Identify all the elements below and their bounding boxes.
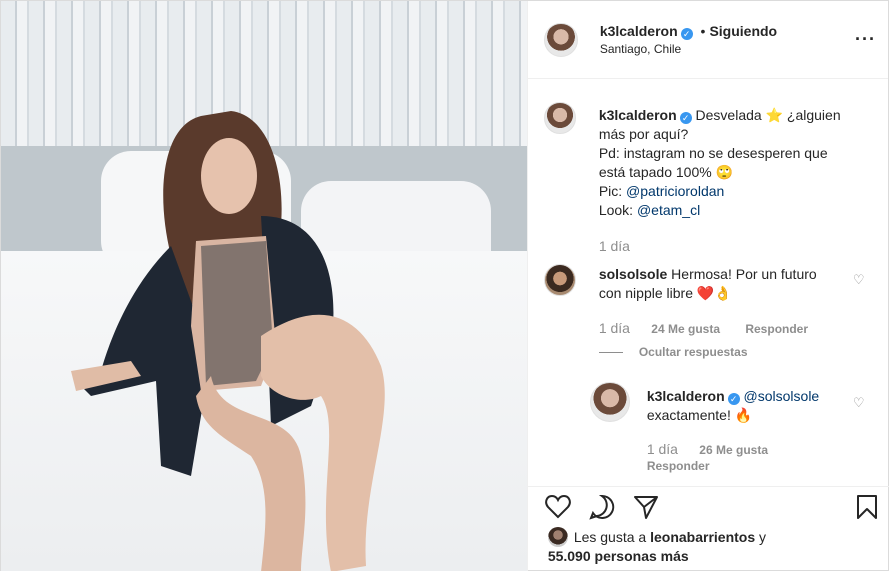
commenter-username[interactable]: solsolsole xyxy=(599,266,667,282)
verified-badge-icon: ✓ xyxy=(727,393,740,405)
verified-badge-icon: ✓ xyxy=(680,27,693,40)
reply-like-heart-icon[interactable]: ♡ xyxy=(853,396,865,409)
reply-meta: 1 día 26 Me gusta xyxy=(647,441,768,457)
eye-roll-emoji: 🙄 xyxy=(715,164,734,180)
reply-text: exactamente! xyxy=(646,407,731,423)
comment: solsolsole Hermosa! Por un futuro con ni… xyxy=(599,265,854,303)
likes-count[interactable]: 55.090 personas más xyxy=(548,548,689,564)
star-emoji: ⭐ xyxy=(765,107,784,123)
divider-line xyxy=(598,352,623,354)
post-photo[interactable] xyxy=(1,1,527,571)
mention-link[interactable]: @solsolsole xyxy=(744,388,820,404)
caption-text: ¿alguien xyxy=(786,107,841,123)
liker-avatar[interactable] xyxy=(547,527,568,547)
heart-ok-emoji: ❤️👌 xyxy=(696,285,732,301)
hide-replies-label[interactable]: Ocultar respuestas xyxy=(639,345,748,359)
hide-replies-toggle[interactable]: Ocultar respuestas xyxy=(598,345,748,359)
caption-text: está tapado 100% xyxy=(598,164,712,180)
caption-text: más por aquí? xyxy=(598,126,689,142)
author-username[interactable]: k3lcalderon xyxy=(600,23,678,39)
likes-summary: Les gusta a leonabarrientos y 55.090 per… xyxy=(547,527,767,566)
heart-icon[interactable] xyxy=(544,493,572,521)
verified-badge-icon: ✓ xyxy=(679,112,692,124)
caption-text: Pic: xyxy=(598,183,623,199)
reply-username[interactable]: k3lcalderon xyxy=(647,388,725,404)
caption-avatar[interactable] xyxy=(543,102,576,134)
ellipsis-icon[interactable]: ··· xyxy=(855,29,876,50)
fire-emoji: 🔥 xyxy=(734,407,753,423)
post-sidebar: k3lcalderon ✓ • Siguiendo Santiago, Chile … xyxy=(526,1,889,571)
bookmark-icon[interactable] xyxy=(853,493,881,521)
comment-icon[interactable] xyxy=(588,493,616,521)
reply-avatar[interactable] xyxy=(589,382,630,422)
commenter-avatar[interactable] xyxy=(543,264,576,296)
caption-time[interactable]: 1 día xyxy=(599,238,630,254)
caption-text: Pd: instagram no se desesperen que xyxy=(598,145,828,161)
reply-button[interactable]: Responder xyxy=(745,322,808,336)
liker-username[interactable]: leonabarrientos xyxy=(650,529,755,545)
comment-text: Hermosa! Por un futuro xyxy=(671,266,817,282)
author-avatar[interactable] xyxy=(543,22,578,57)
mention-link[interactable]: @etam_cl xyxy=(637,202,700,218)
comments-section[interactable]: k3lcalderon ✓ Desvelada ⭐ ¿alguien más po… xyxy=(528,80,889,485)
likes-text: y xyxy=(759,529,767,545)
reply-time[interactable]: 1 día xyxy=(647,441,678,457)
caption-text: Desvelada xyxy=(695,107,762,123)
mention-link[interactable]: @patricioroldan xyxy=(626,183,724,199)
comment-likes-count[interactable]: 24 Me gusta xyxy=(651,322,720,336)
separator-dot: • xyxy=(700,22,706,39)
post-header: k3lcalderon ✓ • Siguiendo Santiago, Chile … xyxy=(527,1,888,79)
comment-like-heart-icon[interactable]: ♡ xyxy=(853,273,865,286)
likes-text: Les gusta a xyxy=(573,529,647,545)
caption: k3lcalderon ✓ Desvelada ⭐ ¿alguien más po… xyxy=(599,106,869,220)
share-icon[interactable] xyxy=(632,493,660,521)
caption-username[interactable]: k3lcalderon xyxy=(599,107,677,123)
reply-likes-count[interactable]: 26 Me gusta xyxy=(699,443,768,457)
woman-figure xyxy=(71,111,385,571)
comment-meta: 1 día 24 Me gusta Responder xyxy=(599,320,808,336)
post-location[interactable]: Santiago, Chile xyxy=(600,40,777,58)
action-bar xyxy=(527,486,889,526)
comment-text: con nipple libre xyxy=(598,285,693,301)
post-modal: k3lcalderon ✓ • Siguiendo Santiago, Chile … xyxy=(0,0,889,571)
following-button[interactable]: Siguiendo xyxy=(709,23,777,39)
caption-text: Look: xyxy=(598,202,634,218)
reply: k3lcalderon ✓ @solsolsole exactamente! 🔥 xyxy=(647,387,857,425)
reply-button[interactable]: Responder xyxy=(647,459,710,473)
comment-time[interactable]: 1 día xyxy=(599,320,630,336)
